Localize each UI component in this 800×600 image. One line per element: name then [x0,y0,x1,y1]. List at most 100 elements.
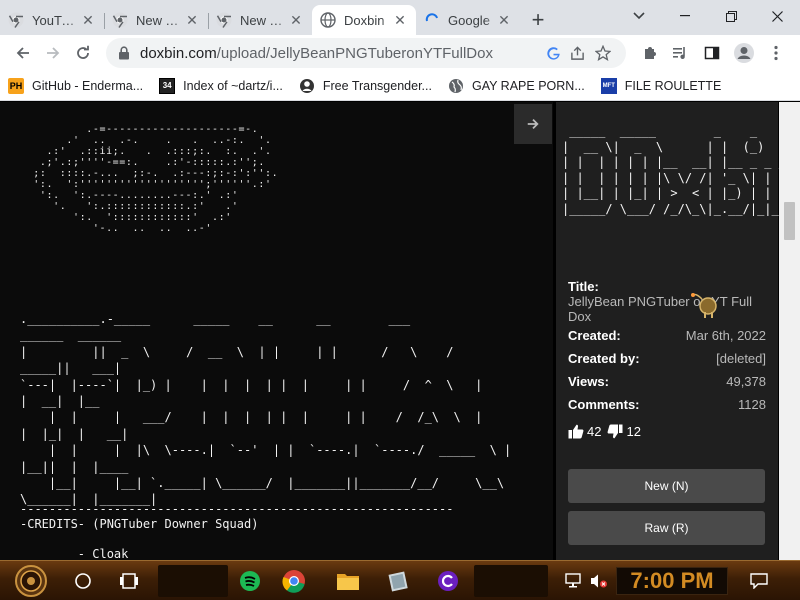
lock-icon [119,46,129,60]
new-tab-button[interactable]: + [524,5,552,35]
bookmark-github[interactable]: PH GitHub - Enderma... [8,77,144,94]
tab-new-tab[interactable]: New Tab ✕ [104,5,208,35]
notebook-icon [388,571,408,592]
tab-close-icon[interactable]: ✕ [80,12,96,29]
bookmark-label: Free Transgender... [322,78,432,93]
comments-label: Comments: [568,397,640,412]
bookmark-mft-icon: MFT [600,77,617,94]
network-tray-icon[interactable] [560,565,586,597]
search-circle-icon [75,573,91,589]
google-lens-icon[interactable] [542,46,564,61]
arrow-right-icon [527,119,539,129]
taskbar-empty-slot [474,565,548,597]
bookmark-label: FILE ROULETTE [624,78,722,93]
arrow-right-icon [47,47,60,59]
bookmark-label: GitHub - Enderma... [32,78,144,93]
views-label: Views: [568,374,609,389]
sheets-icon [240,571,260,591]
paste-content: .-=--------------------=-. .' .. .-. . .… [0,102,553,560]
url-host: doxbin.com [140,44,217,62]
tab-title: Doxbin [344,12,385,28]
network-icon [565,573,581,588]
taskbar-app-chrome[interactable] [276,565,312,597]
taskbar-app-notes[interactable] [380,565,416,597]
restore-icon[interactable] [708,0,754,32]
paste-info: Title: JellyBean PNGTuber on YT Full Dox… [568,277,766,439]
bookmarks-bar: PH GitHub - Enderma... 34 Index of ~dart… [0,71,800,101]
taskbar: 7:00 PM [0,560,800,600]
scrollbar-thumb[interactable] [784,202,795,240]
divider: ----------------------------------------… [20,502,454,516]
start-button[interactable] [8,565,54,597]
new-paste-button[interactable]: New (N) [568,469,765,503]
created-by-label: Created by: [568,351,640,366]
taskbar-app-explorer[interactable] [330,565,366,597]
taskbar-app-purple[interactable] [430,565,466,597]
created-by-row: Created by: [deleted] [568,351,766,374]
bookmark-label: GAY RAPE PORN... [471,78,585,93]
credits-text: ----------------------------------------… [20,502,453,560]
doxbin-logo: _____ _____ _ _ | __ \| _ \ | | (_) | | … [562,124,800,216]
likes-count: 42 [587,424,602,439]
tab-close-icon[interactable]: ✕ [288,12,304,29]
taskbar-empty-slot [158,565,228,597]
chrome-icon [112,12,128,28]
tab-search-icon[interactable] [616,0,662,32]
folder-icon [337,574,359,590]
share-icon[interactable] [564,45,590,61]
thumbs-up-icon[interactable] [568,424,584,439]
taskbar-clock[interactable]: 7:00 PM [616,567,728,595]
bookmark-file-roulette[interactable]: MFT FILE ROULETTE [600,77,722,94]
toggle-sidebar-button[interactable] [514,104,552,144]
media-controls-icon[interactable] [666,39,694,67]
tab-google[interactable]: Google ✕ [416,5,520,35]
bookmark-gay[interactable]: GAY RAPE PORN... [448,78,585,94]
browser-toolbar: doxbin.com/upload/JellyBeanPNGTuberonYTF… [0,35,800,71]
page-content: .-=--------------------=-. .' .. .-. . .… [0,102,800,560]
chat-bubble-icon [750,573,768,589]
side-panel-icon[interactable] [698,39,726,67]
chrome-icon [282,570,305,593]
app-swirl-icon [438,571,458,591]
extensions-icon[interactable] [636,39,664,67]
taskbar-app-sheets[interactable] [232,565,268,597]
tab-close-icon[interactable]: ✕ [184,12,200,29]
bookmark-star-icon[interactable] [590,45,616,61]
task-view-button[interactable] [114,565,144,597]
close-window-icon[interactable] [754,0,800,32]
bookmark-free-transgender[interactable]: Free Transgender... [299,78,432,94]
profile-avatar-icon[interactable] [730,39,758,67]
tab-title: New Tab [136,12,184,28]
menu-dots-icon[interactable] [762,39,790,67]
views-row: Views: 49,378 [568,374,766,397]
volume-tray-icon[interactable] [586,565,612,597]
minimize-icon[interactable] [662,0,708,32]
views-value: 49,378 [726,374,766,389]
tab-new-tab[interactable]: New Tab ✕ [208,5,312,35]
bookmark-index-of[interactable]: 34 Index of ~dartz/i... [159,77,283,94]
tab-title: Google [448,12,490,28]
created-label: Created: [568,328,621,343]
back-button[interactable] [8,39,38,67]
reload-button[interactable] [68,39,98,67]
raw-paste-button[interactable]: Raw (R) [568,511,765,545]
forward-button[interactable] [38,39,68,67]
notifications-button[interactable] [744,565,774,597]
address-bar[interactable]: doxbin.com/upload/JellyBeanPNGTuberonYTF… [106,38,626,68]
bomb-icon [690,289,724,324]
globe-icon [448,78,464,94]
search-button[interactable] [68,565,98,597]
plus-icon: + [531,7,545,32]
thumbs-down-icon[interactable] [607,424,623,439]
tab-title: YouTube [32,12,80,28]
tab-doxbin[interactable]: Doxbin ✕ [312,5,416,35]
url-text: doxbin.com/upload/JellyBeanPNGTuberonYTF… [140,45,542,62]
tab-close-icon[interactable]: ✕ [392,12,408,29]
page-scrollbar[interactable] [779,102,800,560]
title-value: JellyBean PNGTuber on YT Full Dox [568,294,753,324]
bookmark-site-logo-icon [299,78,315,94]
votes: 42 12 [568,424,766,439]
tab-close-icon[interactable]: ✕ [496,12,512,29]
tab-youtube[interactable]: YouTube ✕ [0,5,104,35]
globe-icon [320,12,336,28]
